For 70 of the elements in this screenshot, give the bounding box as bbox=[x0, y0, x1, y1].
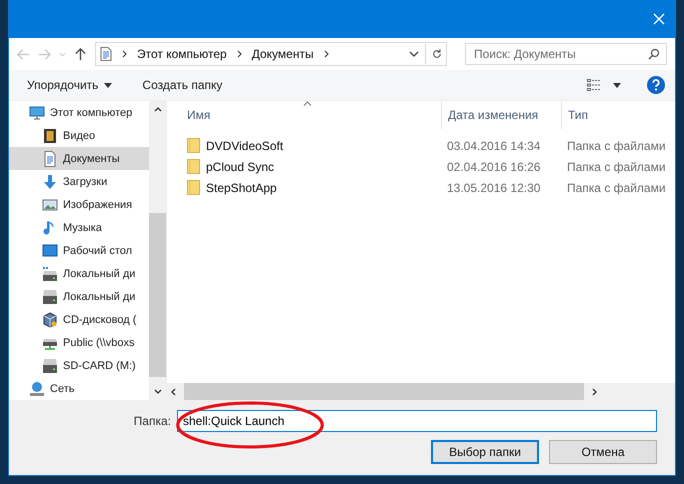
download-arrow-icon bbox=[42, 174, 58, 190]
chevron-left-icon[interactable] bbox=[171, 388, 176, 396]
caret-icon bbox=[104, 82, 112, 88]
navigation-item[interactable]: Этот компьютер bbox=[9, 101, 149, 124]
new-folder-button[interactable]: Создать папку bbox=[134, 75, 230, 95]
navigation-item[interactable]: Музыка bbox=[9, 216, 149, 239]
help-icon[interactable] bbox=[647, 76, 665, 94]
organize-button[interactable]: Упорядочить bbox=[19, 75, 120, 95]
document-icon bbox=[100, 47, 112, 61]
scrollbar[interactable] bbox=[167, 383, 675, 400]
chevron-right-icon bbox=[236, 50, 242, 58]
table-cell-text: 13.05.2016 12:30 bbox=[446, 180, 542, 194]
chevron-right-icon[interactable] bbox=[592, 388, 597, 396]
chevron-right-icon[interactable] bbox=[324, 50, 329, 58]
chevron-up-icon[interactable] bbox=[154, 107, 162, 112]
navigation-item[interactable]: Документы bbox=[9, 147, 149, 170]
field-label: Папка: bbox=[134, 414, 171, 428]
navigation-item[interactable]: SD-CARD (M:) bbox=[9, 354, 149, 377]
column-header[interactable]: Тип bbox=[561, 101, 675, 129]
table-cell-text: Папка с файлами bbox=[566, 138, 667, 152]
folder-icon bbox=[187, 180, 200, 195]
navigation-item[interactable]: Локальный ди bbox=[9, 285, 149, 308]
scrollbar-thumb[interactable] bbox=[184, 383, 584, 400]
column-header[interactable]: Имя bbox=[167, 101, 441, 129]
navigation-item[interactable]: Изображения bbox=[9, 193, 149, 216]
breadcrumb[interactable]: Этот компьютер bbox=[137, 47, 227, 61]
view-list-icon[interactable] bbox=[587, 79, 601, 91]
scrollbar[interactable] bbox=[149, 101, 166, 400]
folder-icon bbox=[187, 138, 200, 153]
table-cell-text: Папка с файлами bbox=[566, 160, 667, 174]
table-cell-text: 02.04.2016 16:26 bbox=[446, 160, 542, 174]
cube-icon bbox=[42, 312, 58, 328]
navigation-item[interactable]: Public (\\vboxs bbox=[9, 331, 149, 354]
up-arrow-icon[interactable] bbox=[74, 48, 87, 60]
scrollbar-thumb[interactable] bbox=[149, 213, 166, 377]
folder-icon bbox=[187, 159, 200, 174]
navigation-item[interactable]: CD-дисковод ( bbox=[9, 308, 149, 331]
chevron-down-icon[interactable] bbox=[154, 389, 162, 394]
address-bar[interactable]: Этот компьютер Документы bbox=[95, 42, 447, 66]
cancel-button[interactable]: Отмена bbox=[549, 440, 657, 464]
film-icon bbox=[42, 128, 58, 144]
navigation-item[interactable]: Сеть bbox=[9, 377, 149, 400]
file-name[interactable]: StepShotApp bbox=[206, 180, 277, 194]
refresh-icon[interactable] bbox=[432, 49, 442, 59]
navigation-item[interactable]: Загрузки bbox=[9, 170, 149, 193]
breadcrumb[interactable]: Документы bbox=[252, 47, 314, 61]
document-icon bbox=[42, 150, 58, 166]
drive-icon bbox=[42, 266, 58, 282]
close-icon[interactable] bbox=[653, 13, 665, 25]
column-header[interactable]: Дата изменения bbox=[441, 101, 561, 129]
drive-icon bbox=[42, 358, 58, 374]
input-field[interactable]: shell:Quick Launch bbox=[177, 410, 657, 432]
file-name[interactable]: DVDVideoSoft bbox=[206, 138, 284, 152]
file-name[interactable]: pCloud Sync bbox=[206, 160, 274, 174]
caret-icon[interactable] bbox=[613, 82, 621, 88]
drive-icon bbox=[42, 288, 58, 304]
desktop-icon bbox=[42, 242, 58, 258]
search-icon bbox=[648, 48, 660, 60]
picture-icon bbox=[42, 196, 58, 212]
select-folder-button[interactable]: Выбор папки bbox=[431, 440, 539, 464]
navigation-item[interactable]: Рабочий стол bbox=[9, 239, 149, 262]
sort-caret-icon bbox=[303, 101, 312, 106]
monitor-icon bbox=[29, 104, 45, 120]
chevron-down-icon[interactable] bbox=[409, 49, 419, 59]
search-field[interactable]: Поиск: Документы bbox=[465, 43, 667, 65]
navigation-item[interactable]: Локальный ди bbox=[9, 262, 149, 285]
table-cell-text: Папка с файлами bbox=[566, 180, 667, 194]
navigation-item[interactable]: Видео bbox=[9, 124, 149, 147]
chevron-right-icon bbox=[122, 50, 127, 58]
table-cell-text: 03.04.2016 14:34 bbox=[446, 138, 542, 152]
